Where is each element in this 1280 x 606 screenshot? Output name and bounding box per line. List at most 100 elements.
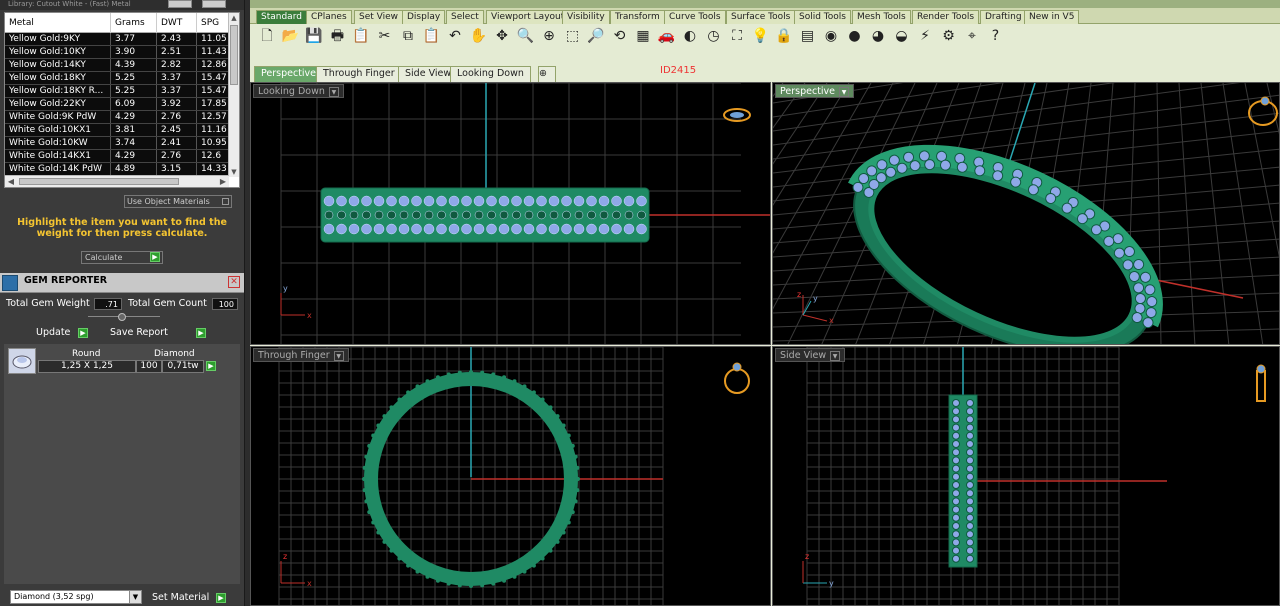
hscroll-thumb[interactable] xyxy=(19,178,179,185)
tab-new-in-v5[interactable]: New in V5 xyxy=(1024,10,1080,24)
layer-icon[interactable]: ▤ xyxy=(799,27,817,45)
print-icon[interactable]: 🖶 xyxy=(329,27,347,45)
chevron-down-icon[interactable]: ▼ xyxy=(839,86,850,97)
tab-display[interactable]: Display xyxy=(402,10,446,24)
tab-transform[interactable]: Transform xyxy=(610,10,665,24)
gem-table-row[interactable]: Round Diamond 1,25 X 1,25 100 0,71tw ▶ xyxy=(6,346,218,376)
render-icon[interactable]: ◕ xyxy=(869,27,887,45)
col-metal[interactable]: Metal xyxy=(5,13,111,33)
pan-icon[interactable]: ✋ xyxy=(470,27,488,45)
tab-surface-tools[interactable]: Surface Tools xyxy=(726,10,796,24)
paste-icon[interactable]: 📋 xyxy=(352,27,370,45)
set-material-go-icon[interactable]: ▶ xyxy=(216,593,226,603)
tab-curve-tools[interactable]: Curve Tools xyxy=(664,10,726,24)
viewport-title-side-view[interactable]: Side View ▼ xyxy=(775,348,846,362)
color-wheel-icon[interactable]: ◉ xyxy=(822,27,840,45)
material-select[interactable]: Diamond (3,52 spg) ▼ xyxy=(10,590,142,604)
chevron-down-icon[interactable]: ▼ xyxy=(333,350,344,361)
tab-set-view[interactable]: Set View xyxy=(354,10,403,24)
update-go-icon[interactable]: ▶ xyxy=(78,328,88,338)
chevron-down-icon[interactable]: ▼ xyxy=(328,86,339,97)
viewport-side-view[interactable]: Side View ▼ y z xyxy=(772,346,1280,606)
flash-icon[interactable]: ⚡ xyxy=(916,27,934,45)
table-row[interactable]: Yellow Gold:14KY 4.39 2.82 12.86 xyxy=(5,59,229,72)
checkbox-icon[interactable] xyxy=(222,198,229,205)
tab-render-tools[interactable]: Render Tools xyxy=(912,10,980,24)
library-mini-button-2[interactable] xyxy=(202,0,226,8)
table-row[interactable]: White Gold:14KX1 4.29 2.76 12.6 xyxy=(5,150,229,163)
tab-mesh-tools[interactable]: Mesh Tools xyxy=(852,10,911,24)
globe-icon[interactable]: ◒ xyxy=(893,27,911,45)
lock-icon[interactable]: 🔒 xyxy=(775,27,793,45)
save-icon[interactable]: 💾 xyxy=(305,27,323,45)
viewport-tab-looking-down[interactable]: Looking Down xyxy=(450,66,531,82)
save-report-go-icon[interactable]: ▶ xyxy=(196,328,206,338)
slider-knob[interactable] xyxy=(118,313,126,321)
tab-drafting[interactable]: Drafting xyxy=(980,10,1027,24)
copy-icon[interactable]: ⧉ xyxy=(399,27,417,45)
open-icon[interactable]: 📂 xyxy=(282,27,300,45)
set-material-button[interactable]: Set Material xyxy=(152,592,209,603)
scroll-up-icon[interactable]: ▲ xyxy=(229,13,239,23)
scroll-down-icon[interactable]: ▼ xyxy=(229,167,239,177)
undo-icon[interactable]: ↶ xyxy=(446,27,464,45)
sphere-icon[interactable]: ● xyxy=(846,27,864,45)
viewport-through-finger[interactable]: Through Finger ▼ x z xyxy=(250,346,771,606)
table-row[interactable]: Yellow Gold:18KY R... 5.25 3.37 15.47 xyxy=(5,85,229,98)
settings-icon[interactable]: ⚙ xyxy=(940,27,958,45)
viewport-tab-perspective[interactable]: Perspective xyxy=(254,66,324,82)
tab-standard[interactable]: Standard xyxy=(256,10,307,24)
zoom-selected-icon[interactable]: 🔎 xyxy=(587,27,605,45)
rotate-icon[interactable]: ✥ xyxy=(493,27,511,45)
table-row[interactable]: Yellow Gold:22KY 6.09 3.92 17.85 xyxy=(5,98,229,111)
use-object-materials-checkbox[interactable]: Use Object Materials xyxy=(124,195,232,208)
table-row[interactable]: Yellow Gold:18KY 5.25 3.37 15.47 xyxy=(5,72,229,85)
cut-icon[interactable]: ✂ xyxy=(376,27,394,45)
viewport-looking-down[interactable]: Looking Down ▼ x y xyxy=(250,82,771,345)
tab-viewport-layout[interactable]: Viewport Layout xyxy=(486,10,570,24)
col-grams[interactable]: Grams xyxy=(111,13,157,33)
tab-cplanes[interactable]: CPlanes xyxy=(306,10,352,24)
help-icon[interactable]: ? xyxy=(987,27,1005,45)
table-row[interactable]: White Gold:9K PdW 4.29 2.76 12.57 xyxy=(5,111,229,124)
chevron-down-icon[interactable]: ▼ xyxy=(129,591,141,603)
zoom-icon[interactable]: 🔍 xyxy=(517,27,535,45)
metal-table-hscroll[interactable]: ◀ ▶ xyxy=(5,175,229,187)
table-row[interactable]: Yellow Gold:9KY 3.77 2.43 11.05 xyxy=(5,33,229,46)
viewport-tab-through-finger[interactable]: Through Finger xyxy=(316,66,402,82)
table-row[interactable]: White Gold:10KW 3.74 2.41 10.95 xyxy=(5,137,229,150)
car-icon[interactable]: 🚗 xyxy=(658,27,676,45)
plane-icon[interactable]: ⛶ xyxy=(728,27,746,45)
new-icon[interactable]: 🗋 xyxy=(258,27,276,45)
viewport-perspective[interactable]: Perspective ▼ x z y xyxy=(772,82,1280,345)
gem-go-icon[interactable]: ▶ xyxy=(206,361,216,371)
bulb-icon[interactable]: 💡 xyxy=(752,27,770,45)
clock-icon[interactable]: ◷ xyxy=(705,27,723,45)
metal-table-vscroll[interactable]: ▲ ▼ xyxy=(228,13,239,177)
tab-select[interactable]: Select xyxy=(446,10,484,24)
named-view-icon[interactable]: ◐ xyxy=(681,27,699,45)
col-dwt[interactable]: DWT xyxy=(157,13,197,33)
tab-solid-tools[interactable]: Solid Tools xyxy=(794,10,851,24)
table-row[interactable]: Yellow Gold:10KY 3.90 2.51 11.43 xyxy=(5,46,229,59)
scroll-left-icon[interactable]: ◀ xyxy=(5,176,17,187)
calculate-go-icon[interactable]: ▶ xyxy=(150,252,160,262)
grid-icon[interactable]: ▦ xyxy=(634,27,652,45)
zoom-window-icon[interactable]: ⊕ xyxy=(540,27,558,45)
zoom-reset-icon[interactable]: ⟲ xyxy=(611,27,629,45)
close-icon[interactable]: ✕ xyxy=(228,276,240,288)
viewport-title-perspective[interactable]: Perspective ▼ xyxy=(775,84,855,98)
library-mini-button-1[interactable] xyxy=(168,0,192,8)
tab-visibility[interactable]: Visibility xyxy=(562,10,610,24)
save-report-button[interactable]: Save Report xyxy=(110,327,168,338)
chevron-down-icon[interactable]: ▼ xyxy=(830,350,841,361)
add-viewport-tab-icon[interactable]: ⊕ xyxy=(538,66,556,82)
clipboard-icon[interactable]: 📋 xyxy=(423,27,441,45)
col-spg[interactable]: SPG xyxy=(197,13,229,33)
update-button[interactable]: Update xyxy=(36,327,70,338)
vscroll-thumb[interactable] xyxy=(230,25,238,85)
scroll-right-icon[interactable]: ▶ xyxy=(217,176,229,187)
viewport-title-through-finger[interactable]: Through Finger ▼ xyxy=(253,348,349,362)
zoom-extents-icon[interactable]: ⬚ xyxy=(564,27,582,45)
snap-icon[interactable]: ⌖ xyxy=(963,27,981,45)
